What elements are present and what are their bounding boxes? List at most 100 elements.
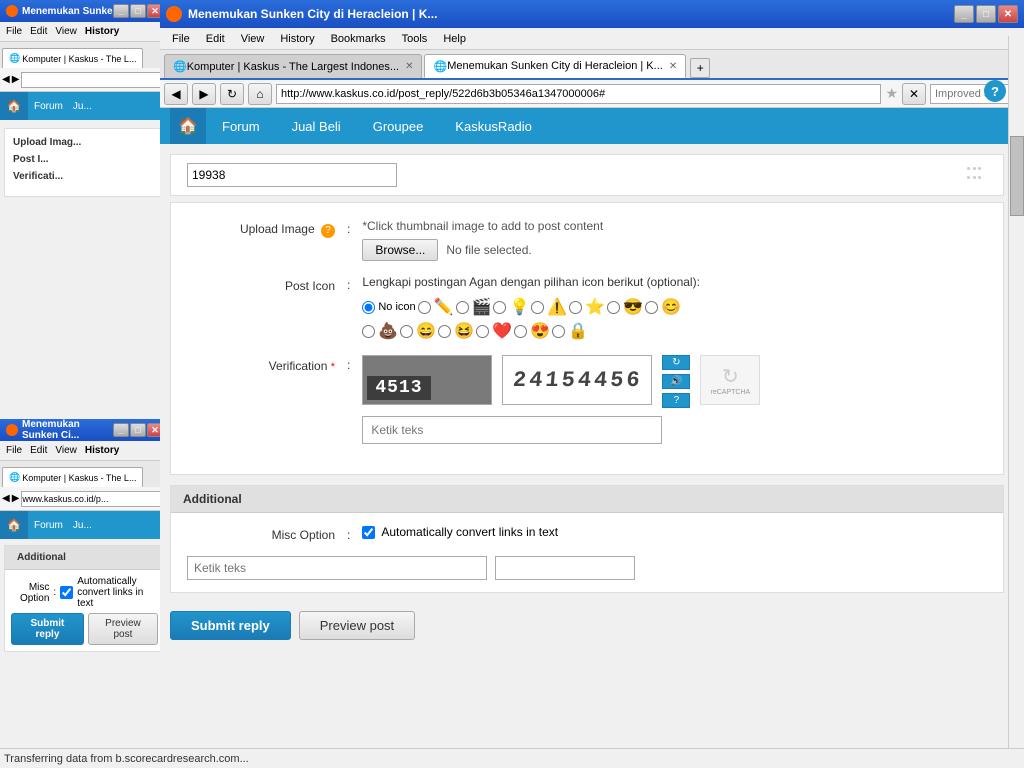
laugh-icon: 😄 (416, 321, 436, 341)
bg-minimize-btn[interactable]: _ (113, 4, 129, 18)
bg-menu-bar: File Edit View History (0, 22, 169, 42)
kaskus-forum-link[interactable]: Forum (206, 108, 276, 144)
bg-form-section: Upload Imag... Post I... Verificati... (4, 128, 165, 197)
kaskus-home-btn[interactable]: 🏠 (170, 108, 206, 144)
radio-love[interactable] (514, 325, 527, 338)
misc-text-input-2[interactable] (495, 556, 635, 580)
bg-b-view[interactable]: View (51, 444, 81, 457)
captcha-input[interactable] (362, 416, 662, 444)
kaskus-jualbeli-link[interactable]: Jual Beli (276, 108, 357, 144)
movie-icon: 🎬 (472, 297, 492, 317)
radio-lock[interactable] (552, 325, 565, 338)
browse-btn[interactable]: Browse... (362, 239, 438, 261)
minimize-btn[interactable]: _ (954, 5, 974, 23)
bg-submit-btn[interactable]: Submit reply (11, 613, 84, 645)
bg-bottom-address-input[interactable] (21, 491, 167, 507)
bg-back-btn[interactable]: ◀ (2, 74, 10, 85)
radio-no-icon[interactable] (362, 301, 375, 314)
menu-file[interactable]: File (164, 31, 198, 47)
tab-1-close[interactable]: ✕ (405, 61, 413, 72)
bg-b-back[interactable]: ◀ (2, 493, 10, 504)
help-btn[interactable]: ? (984, 80, 1006, 102)
icon-movie: 🎬 (456, 297, 492, 317)
tab-2-close[interactable]: ✕ (669, 61, 677, 72)
bg-jual-link[interactable]: Ju... (69, 101, 96, 112)
captcha-refresh-btn[interactable]: ↻ (662, 355, 690, 370)
bg-b-ju[interactable]: Ju... (69, 520, 96, 531)
bg-menu-view[interactable]: View (51, 25, 81, 38)
back-btn[interactable]: ◀ (164, 83, 188, 105)
close-btn[interactable]: ✕ (998, 5, 1018, 23)
bg-b-history[interactable]: History (81, 444, 123, 457)
menu-edit[interactable]: Edit (198, 31, 233, 47)
refresh-btn[interactable]: ✕ (902, 83, 926, 105)
tab-2[interactable]: 🌐 Menemukan Sunken City di Heracleion | … (424, 54, 686, 78)
bg-b-file[interactable]: File (2, 444, 26, 457)
bg-b-home[interactable]: 🏠 (0, 511, 28, 539)
bg-auto-convert-checkbox[interactable] (60, 586, 73, 599)
icon-laugh: 😄 (400, 321, 436, 341)
bg-bottom-controls: _ □ ✕ (113, 423, 163, 437)
radio-bulb[interactable] (493, 301, 506, 314)
radio-movie[interactable] (456, 301, 469, 314)
scrollbar-thumb[interactable] (1010, 136, 1024, 216)
bg-b-forum[interactable]: Forum (28, 520, 69, 531)
menu-history[interactable]: History (272, 31, 322, 47)
menu-bookmarks[interactable]: Bookmarks (323, 31, 394, 47)
menu-tools[interactable]: Tools (394, 31, 436, 47)
maximize-btn[interactable]: □ (976, 5, 996, 23)
window-title: Menemukan Sunken City di Heracleion | K.… (188, 7, 954, 21)
radio-pencil[interactable] (418, 301, 431, 314)
radio-cool[interactable] (607, 301, 620, 314)
bg-bottom-tab[interactable]: 🌐 Komputer | Kaskus - The L... (2, 467, 143, 487)
bg-bottom-max[interactable]: □ (130, 423, 146, 437)
new-tab-btn[interactable]: + (690, 58, 710, 78)
radio-warning[interactable] (531, 301, 544, 314)
upload-info-icon[interactable]: ? (321, 224, 335, 238)
bg-bottom-min[interactable]: _ (113, 423, 129, 437)
misc-text-input-1[interactable] (187, 556, 487, 580)
radio-poop[interactable] (362, 325, 375, 338)
kaskus-nav: 🏠 Forum Jual Beli Groupee KaskusRadio (160, 108, 1024, 144)
bg-address-input[interactable] (21, 72, 167, 88)
bg-b-forward[interactable]: ▶ (12, 493, 20, 504)
address-input[interactable] (276, 84, 881, 104)
forward-btn[interactable]: ▶ (192, 83, 216, 105)
radio-star[interactable] (569, 301, 582, 314)
bg-home-btn[interactable]: 🏠 (0, 92, 28, 120)
home-btn[interactable]: ⌂ (248, 83, 272, 105)
auto-convert-label[interactable]: Automatically convert links in text (362, 525, 987, 539)
bg-forum-link[interactable]: Forum (28, 101, 69, 112)
bg-menu-edit[interactable]: Edit (26, 25, 51, 38)
bg-bottom-title-text: Menemukan Sunken Ci... (22, 419, 113, 441)
captcha-help-btn[interactable]: ? (662, 393, 690, 408)
reload-btn[interactable]: ↻ (220, 83, 244, 105)
radio-grin[interactable] (438, 325, 451, 338)
bg-tab-1[interactable]: 🌐 Komputer | Kaskus - The L... (2, 48, 143, 68)
bg-tab-icon: 🌐 (9, 53, 20, 64)
radio-happy[interactable] (645, 301, 658, 314)
radio-heart[interactable] (476, 325, 489, 338)
search-input[interactable] (930, 84, 1020, 104)
captcha-audio-btn[interactable]: 🔊 (662, 374, 690, 389)
auto-convert-checkbox[interactable] (362, 526, 375, 539)
kaskus-radio-link[interactable]: KaskusRadio (439, 108, 548, 144)
radio-laugh[interactable] (400, 325, 413, 338)
kaskus-groupee-link[interactable]: Groupee (357, 108, 440, 144)
bg-maximize-btn[interactable]: □ (130, 4, 146, 18)
menu-view[interactable]: View (233, 31, 273, 47)
number-input[interactable] (187, 163, 397, 187)
tab-1[interactable]: 🌐 Komputer | Kaskus - The Largest Indone… (164, 54, 422, 78)
submit-btn[interactable]: Submit reply (170, 611, 291, 640)
number-section (170, 154, 1004, 196)
bg-forward-btn[interactable]: ▶ (12, 74, 20, 85)
bg-menu-history[interactable]: History (81, 25, 123, 38)
bg-preview-btn[interactable]: Preview post (88, 613, 158, 645)
menu-help[interactable]: Help (435, 31, 474, 47)
bg-menu-file[interactable]: File (2, 25, 26, 38)
scrollbar-track[interactable] (1008, 36, 1024, 768)
post-icon-control: Lengkapi postingan Agan dengan pilihan i… (362, 275, 987, 341)
preview-btn[interactable]: Preview post (299, 611, 415, 640)
bg-b-edit[interactable]: Edit (26, 444, 51, 457)
star-icon[interactable]: ★ (885, 85, 898, 102)
